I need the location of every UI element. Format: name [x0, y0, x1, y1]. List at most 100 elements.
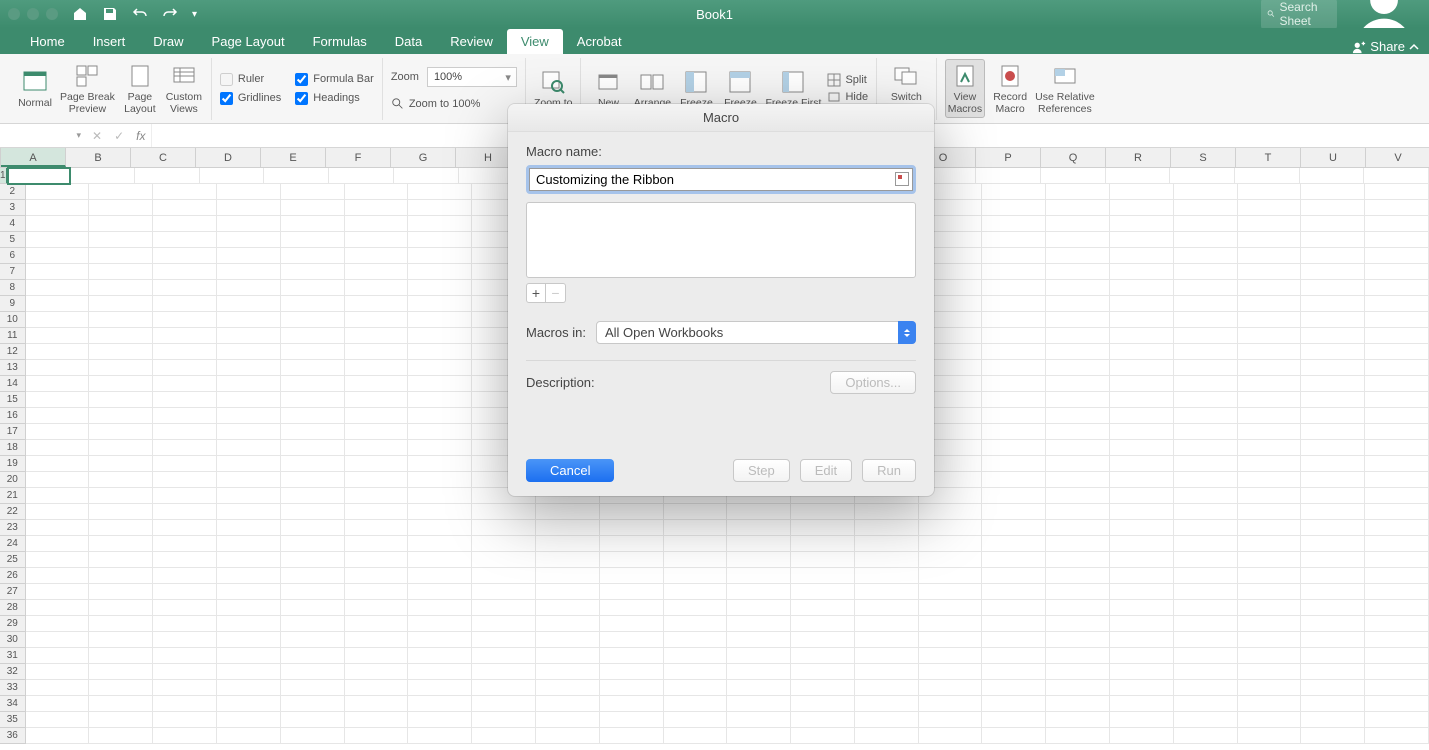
cell[interactable]	[345, 712, 409, 728]
view-macros-button[interactable]: View Macros	[945, 59, 985, 118]
cell[interactable]	[1365, 296, 1429, 312]
cell[interactable]	[281, 408, 345, 424]
cell[interactable]	[1046, 392, 1110, 408]
cell[interactable]	[1301, 232, 1365, 248]
cell[interactable]	[1238, 584, 1302, 600]
cell[interactable]	[919, 584, 983, 600]
cell[interactable]	[791, 552, 855, 568]
cell[interactable]	[1174, 568, 1238, 584]
cell[interactable]	[345, 424, 409, 440]
cell[interactable]	[1238, 360, 1302, 376]
zoom-window-icon[interactable]	[46, 8, 58, 20]
cell[interactable]	[791, 664, 855, 680]
cell[interactable]	[600, 616, 664, 632]
row-header[interactable]: 22	[0, 504, 26, 520]
cell[interactable]	[89, 360, 153, 376]
cell[interactable]	[217, 344, 281, 360]
cell[interactable]	[982, 200, 1046, 216]
column-header[interactable]: U	[1301, 148, 1366, 167]
cell[interactable]	[600, 728, 664, 744]
cell[interactable]	[217, 200, 281, 216]
cell[interactable]	[408, 312, 472, 328]
cell[interactable]	[1174, 664, 1238, 680]
row-header[interactable]: 9	[0, 296, 26, 312]
cell[interactable]	[600, 600, 664, 616]
cell[interactable]	[1110, 536, 1174, 552]
cell[interactable]	[1174, 424, 1238, 440]
cell[interactable]	[1365, 696, 1429, 712]
cell[interactable]	[408, 536, 472, 552]
cell[interactable]	[982, 680, 1046, 696]
row-header[interactable]: 16	[0, 408, 26, 424]
cell[interactable]	[408, 728, 472, 744]
cell[interactable]	[1110, 424, 1174, 440]
cell[interactable]	[217, 728, 281, 744]
page-layout-button[interactable]: Page Layout	[121, 62, 159, 115]
cell[interactable]	[408, 584, 472, 600]
cell[interactable]	[1046, 360, 1110, 376]
page-break-preview-button[interactable]: Page Break Preview	[60, 62, 115, 115]
cell[interactable]	[727, 552, 791, 568]
cell[interactable]	[1365, 184, 1429, 200]
cell[interactable]	[1238, 376, 1302, 392]
cell[interactable]	[1238, 200, 1302, 216]
cell[interactable]	[472, 552, 536, 568]
cell[interactable]	[982, 584, 1046, 600]
cell[interactable]	[1110, 232, 1174, 248]
cell[interactable]	[727, 664, 791, 680]
cell[interactable]	[1046, 616, 1110, 632]
cell[interactable]	[217, 632, 281, 648]
cell[interactable]	[855, 616, 919, 632]
cell[interactable]	[89, 552, 153, 568]
cell[interactable]	[1365, 616, 1429, 632]
gridlines-checkbox[interactable]: Gridlines	[220, 92, 281, 105]
cell[interactable]	[982, 216, 1046, 232]
cell[interactable]	[281, 344, 345, 360]
cell[interactable]	[89, 728, 153, 744]
cell[interactable]	[345, 392, 409, 408]
cell[interactable]	[1174, 504, 1238, 520]
cell[interactable]	[982, 328, 1046, 344]
cell[interactable]	[89, 472, 153, 488]
zoom-select[interactable]: 100%	[427, 67, 517, 87]
cell[interactable]	[26, 232, 90, 248]
cell[interactable]	[791, 536, 855, 552]
cell[interactable]	[26, 296, 90, 312]
cell[interactable]	[345, 232, 409, 248]
cell[interactable]	[408, 696, 472, 712]
cell[interactable]	[153, 312, 217, 328]
cell[interactable]	[408, 648, 472, 664]
cell[interactable]	[1110, 184, 1174, 200]
cell[interactable]	[791, 696, 855, 712]
cell[interactable]	[217, 584, 281, 600]
cell[interactable]	[26, 312, 90, 328]
cell[interactable]	[982, 184, 1046, 200]
cell[interactable]	[281, 520, 345, 536]
cell[interactable]	[1365, 328, 1429, 344]
cell[interactable]	[600, 568, 664, 584]
cell[interactable]	[345, 408, 409, 424]
row-header[interactable]: 17	[0, 424, 26, 440]
cell[interactable]	[217, 600, 281, 616]
cell[interactable]	[345, 344, 409, 360]
cell[interactable]	[153, 280, 217, 296]
row-header[interactable]: 20	[0, 472, 26, 488]
cell[interactable]	[345, 552, 409, 568]
cell[interactable]	[855, 600, 919, 616]
cell[interactable]	[408, 440, 472, 456]
cell[interactable]	[1365, 600, 1429, 616]
cell[interactable]	[1238, 728, 1302, 744]
cell[interactable]	[1301, 376, 1365, 392]
cell[interactable]	[217, 680, 281, 696]
enter-formula-icon[interactable]: ✓	[108, 129, 130, 143]
cell[interactable]	[281, 360, 345, 376]
cell[interactable]	[408, 248, 472, 264]
cell[interactable]	[1238, 440, 1302, 456]
column-header[interactable]: V	[1366, 148, 1429, 167]
cell[interactable]	[217, 552, 281, 568]
cell[interactable]	[1238, 392, 1302, 408]
cell[interactable]	[408, 616, 472, 632]
cell[interactable]	[345, 696, 409, 712]
cell[interactable]	[982, 392, 1046, 408]
cell[interactable]	[1365, 344, 1429, 360]
